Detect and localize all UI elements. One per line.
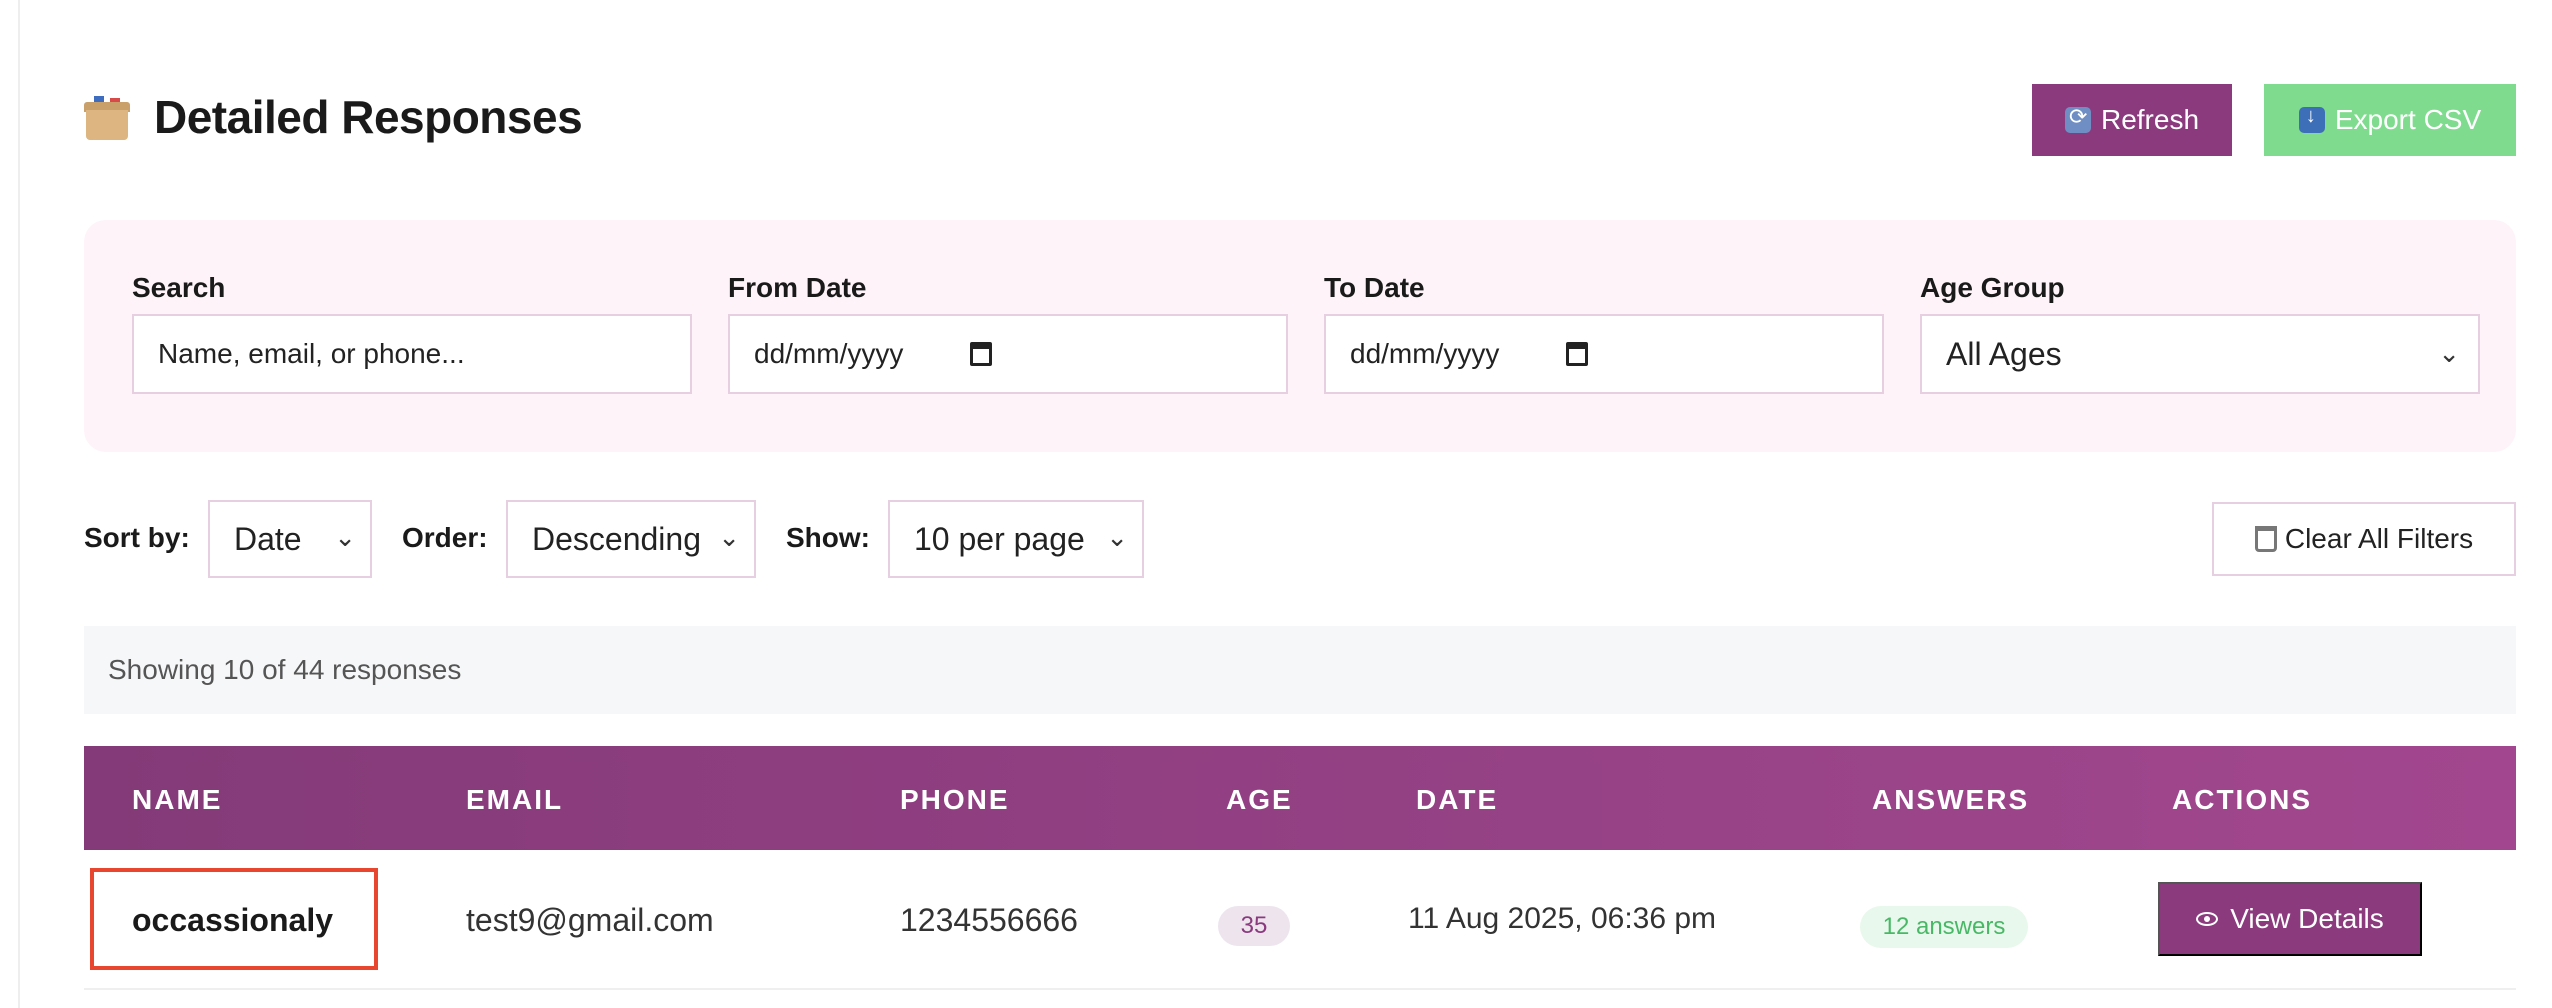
page-title: Detailed Responses xyxy=(154,91,583,143)
column-header-date: DATE xyxy=(1416,784,1499,815)
order-value: Descending xyxy=(532,520,701,557)
results-summary: Showing 10 of 44 responses xyxy=(84,626,2516,714)
column-header-name: NAME xyxy=(132,784,223,815)
cell-email: test9@gmail.com xyxy=(466,902,714,938)
order-select[interactable]: Descending ⌄ xyxy=(506,500,756,578)
chevron-down-icon: ⌄ xyxy=(718,522,740,552)
chevron-down-icon: ⌄ xyxy=(2438,338,2460,368)
search-label: Search xyxy=(132,272,226,303)
age-group-filter: Age Group All Ages ⌄ xyxy=(1920,272,2480,394)
cell-name: occassionaly xyxy=(132,902,333,938)
title-wrap: Detailed Responses xyxy=(84,90,583,144)
from-date-value: dd/mm/yyyy xyxy=(754,338,904,369)
eye-icon xyxy=(2196,912,2219,926)
to-date-input[interactable]: dd/mm/yyyy xyxy=(1324,314,1884,394)
inbox-tray-icon xyxy=(2298,105,2325,133)
refresh-icon xyxy=(2064,104,2091,133)
cell-phone: 1234556666 xyxy=(900,902,1078,938)
cell-date: 11 Aug 2025, 06:36 pm xyxy=(1408,902,1717,935)
age-badge: 35 xyxy=(1218,906,1290,946)
age-group-label: Age Group xyxy=(1920,272,2065,303)
to-date-value: dd/mm/yyyy xyxy=(1350,338,1500,369)
to-date-label: To Date xyxy=(1324,272,1425,303)
column-header-phone: PHONE xyxy=(900,784,1010,815)
search-filter: Search Name, email, or phone... xyxy=(132,272,692,394)
from-date-filter: From Date dd/mm/yyyy xyxy=(728,272,1288,394)
age-group-value: All Ages xyxy=(1946,335,2062,372)
view-details-label: View Details xyxy=(2230,903,2384,934)
page-header: Detailed Responses Refresh Export CSV xyxy=(84,84,2516,156)
list-controls: Sort by: Date ⌄ Order: Descending ⌄ Show… xyxy=(84,500,2516,580)
table-row: occassionaly test9@gmail.com 1234556666 … xyxy=(84,850,2516,990)
from-date-label: From Date xyxy=(728,272,867,303)
export-csv-button[interactable]: Export CSV xyxy=(2264,84,2516,156)
order-label: Order: xyxy=(402,522,488,553)
age-group-select[interactable]: All Ages ⌄ xyxy=(1920,314,2480,394)
show-label: Show: xyxy=(786,522,870,553)
chevron-down-icon: ⌄ xyxy=(1106,522,1128,552)
page-size-select[interactable]: 10 per page ⌄ xyxy=(888,500,1144,578)
refresh-label: Refresh xyxy=(2100,104,2200,135)
sort-label: Sort by: xyxy=(84,522,190,553)
table-header: NAME EMAIL PHONE AGE DATE ANSWERS ACTION… xyxy=(84,746,2516,850)
column-header-answers: ANSWERS xyxy=(1872,784,2030,815)
view-details-button[interactable]: View Details xyxy=(2158,882,2422,956)
export-label: Export CSV xyxy=(2334,104,2482,135)
page-edge xyxy=(18,0,20,1008)
card-file-box-icon xyxy=(84,96,130,140)
search-input[interactable]: Name, email, or phone... xyxy=(132,314,692,394)
sort-select[interactable]: Date ⌄ xyxy=(208,500,372,578)
from-date-input[interactable]: dd/mm/yyyy xyxy=(728,314,1288,394)
column-header-age: AGE xyxy=(1226,784,1293,815)
column-header-actions: ACTIONS xyxy=(2172,784,2312,815)
filters-panel: Search Name, email, or phone... From Dat… xyxy=(84,220,2516,452)
clear-filters-button[interactable]: Clear All Filters xyxy=(2212,502,2516,576)
wastebasket-icon xyxy=(2254,526,2277,552)
column-header-email: EMAIL xyxy=(466,784,564,815)
calendar-icon[interactable] xyxy=(970,342,992,366)
to-date-filter: To Date dd/mm/yyyy xyxy=(1324,272,1884,394)
responses-table: NAME EMAIL PHONE AGE DATE ANSWERS ACTION… xyxy=(84,746,2516,990)
sort-value: Date xyxy=(234,520,302,557)
page-size-value: 10 per page xyxy=(914,520,1085,557)
clear-filters-label: Clear All Filters xyxy=(2284,523,2474,554)
answers-badge: 12 answers xyxy=(1860,906,2028,948)
refresh-button[interactable]: Refresh xyxy=(2032,84,2232,156)
chevron-down-icon: ⌄ xyxy=(334,522,356,552)
calendar-icon[interactable] xyxy=(1566,342,1588,366)
